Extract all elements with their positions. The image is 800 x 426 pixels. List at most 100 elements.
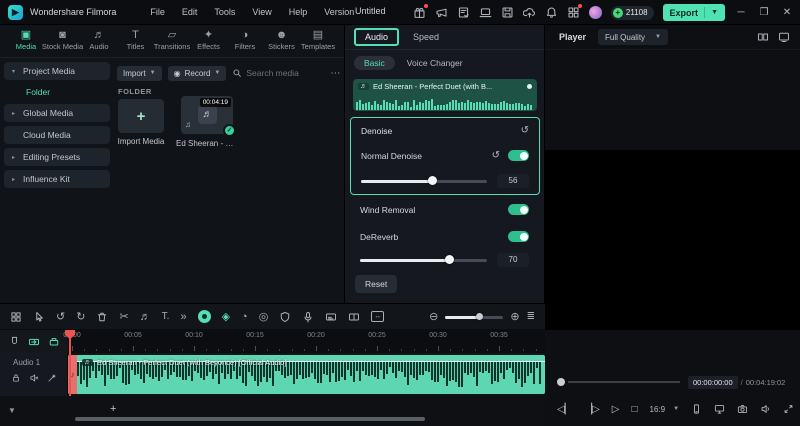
gift-icon[interactable]: [413, 4, 428, 19]
import-media-card[interactable]: +: [118, 99, 164, 133]
sidebar-item-project-media[interactable]: ▾ Project Media: [4, 62, 110, 80]
lock-track-icon[interactable]: [11, 373, 21, 383]
dereverb-slider[interactable]: [360, 255, 487, 264]
dereverb-value[interactable]: 70: [497, 253, 529, 267]
zoom-in-icon[interactable]: ⊕: [510, 311, 519, 323]
voiceover-mic-icon[interactable]: [302, 311, 314, 323]
playhead-line[interactable]: [69, 330, 71, 396]
fullscreen-icon[interactable]: [783, 403, 794, 415]
close-button[interactable]: ✕: [780, 7, 794, 18]
normal-denoise-slider[interactable]: [361, 176, 487, 185]
sidebar-item-folder[interactable]: Folder: [4, 84, 110, 100]
menu-view[interactable]: View: [252, 7, 271, 17]
normal-denoise-toggle[interactable]: [508, 150, 529, 161]
speaker-icon[interactable]: [760, 403, 771, 415]
sidebar-item-influence-kit[interactable]: ▸ Influence Kit: [4, 170, 110, 188]
redo-icon[interactable]: ↻: [76, 311, 85, 323]
sidebar-item-cloud-media[interactable]: Cloud Media: [4, 126, 110, 144]
snapshot-camera-icon[interactable]: [737, 403, 748, 415]
fit-display-icon[interactable]: [778, 31, 790, 43]
tab-titles[interactable]: T Titles: [118, 29, 154, 57]
zoom-out-icon[interactable]: ⊖: [429, 311, 438, 323]
auto-ripple-icon[interactable]: [28, 336, 40, 348]
undo-icon[interactable]: ↺: [56, 311, 65, 323]
mute-track-icon[interactable]: [29, 373, 39, 383]
media-grid-icon[interactable]: [10, 311, 22, 323]
more-tools-icon[interactable]: »: [180, 311, 186, 323]
next-frame-button[interactable]: ▕▷: [584, 404, 599, 415]
tab-media[interactable]: ▣ Media: [8, 29, 44, 57]
record-button[interactable]: ◉ Record ▼: [167, 65, 227, 81]
snap-magnet-icon[interactable]: [9, 336, 20, 347]
tab-transitions[interactable]: ▱ Transitions: [154, 29, 190, 57]
mirror-display-icon[interactable]: [714, 403, 725, 415]
laptop-icon[interactable]: [479, 6, 492, 19]
audio-clip[interactable]: ♪ ♬ Ed Sheeran - Perfect Duet (with Beyo…: [68, 355, 545, 394]
tab-audio[interactable]: ♬ Audio: [81, 29, 117, 57]
normal-denoise-value[interactable]: 56: [497, 174, 529, 188]
add-track-button[interactable]: +: [110, 403, 116, 415]
speech-to-text-icon[interactable]: [325, 311, 337, 323]
notification-bell-icon[interactable]: [545, 6, 558, 19]
tab-speed[interactable]: Speed: [413, 32, 439, 42]
denoise-tool-icon[interactable]: [197, 310, 211, 323]
previous-frame-button[interactable]: ◁▏: [557, 404, 572, 415]
megaphone-icon[interactable]: [435, 6, 448, 19]
maximize-button[interactable]: ❐: [757, 7, 771, 18]
timeline-zoom-slider[interactable]: [445, 313, 504, 320]
menu-file[interactable]: File: [150, 7, 165, 17]
volume-knob[interactable]: [527, 84, 532, 89]
quality-dropdown[interactable]: Full Quality ▼: [598, 29, 668, 45]
split-scissors-icon[interactable]: ✂: [119, 311, 128, 323]
reset-denoise-icon[interactable]: ↺: [521, 126, 529, 136]
track-manager-icon[interactable]: ≣: [527, 311, 535, 323]
coin-balance[interactable]: + 21108: [610, 5, 654, 20]
horizontal-scrollbar[interactable]: [75, 417, 425, 421]
mask-shield-icon[interactable]: [279, 311, 291, 323]
collapse-tracks-icon[interactable]: ▼: [8, 406, 16, 415]
tab-stickers[interactable]: ☻ Stickers: [264, 29, 300, 57]
menu-tools[interactable]: Tools: [214, 7, 235, 17]
wind-removal-toggle[interactable]: [508, 204, 529, 215]
tab-stock-media[interactable]: ◙ Stock Media: [42, 29, 83, 57]
render-preview-icon[interactable]: [48, 336, 60, 348]
search-input[interactable]: [246, 68, 319, 78]
tab-audio[interactable]: Audio: [354, 28, 400, 46]
video-preview[interactable]: [545, 150, 800, 330]
reset-button[interactable]: Reset: [355, 275, 398, 293]
play-button[interactable]: ▷: [612, 404, 620, 415]
reset-normal-denoise-icon[interactable]: ↺: [492, 150, 500, 161]
scrubber-handle[interactable]: [557, 378, 565, 386]
import-button[interactable]: Import ▼: [117, 65, 162, 81]
selected-audio-clip-preview[interactable]: ♬ Ed Sheeran - Perfect Duet (with B...: [353, 79, 537, 111]
cloud-upload-icon[interactable]: [522, 6, 536, 19]
aspect-ratio-dropdown[interactable]: 16:9 ▼: [650, 405, 680, 414]
user-avatar[interactable]: [588, 6, 602, 19]
text-tool-icon[interactable]: T.: [162, 311, 170, 323]
subtab-voice-changer[interactable]: Voice Changer: [407, 58, 463, 68]
vertical-preview-icon[interactable]: [691, 403, 702, 415]
tab-templates[interactable]: ▤ Templates: [300, 29, 336, 57]
timeline-ruler[interactable]: 00:0000:0500:1000:1500:2000:2500:3000:35: [63, 330, 545, 353]
delete-icon[interactable]: [96, 311, 108, 323]
detach-audio-icon[interactable]: ♬: [140, 311, 151, 323]
stop-button[interactable]: □: [631, 404, 637, 415]
motion-track-icon[interactable]: ◎: [259, 311, 269, 323]
more-options-icon[interactable]: ⋯: [330, 68, 341, 79]
menu-help[interactable]: Help: [289, 7, 308, 17]
tab-filters[interactable]: ◑ Filters: [227, 29, 263, 57]
subtab-basic[interactable]: Basic: [354, 56, 395, 70]
audio-media-item[interactable]: ♬ ♫ 00:04:19 ✓: [181, 96, 236, 137]
adjust-track-icon[interactable]: [47, 373, 57, 383]
select-cursor-icon[interactable]: [33, 311, 45, 323]
dereverb-toggle[interactable]: [508, 231, 529, 242]
menu-version[interactable]: Version: [324, 7, 354, 17]
split-screen-icon[interactable]: [348, 311, 360, 323]
tab-effects[interactable]: ✦ Effects: [191, 29, 227, 57]
workspace-grid-icon[interactable]: [567, 4, 582, 19]
save-icon[interactable]: [501, 6, 514, 19]
sidebar-item-editing-presets[interactable]: ▸ Editing Presets: [4, 148, 110, 166]
sidebar-item-global-media[interactable]: ▸ Global Media: [4, 104, 110, 122]
compare-view-icon[interactable]: [757, 31, 769, 43]
menu-edit[interactable]: Edit: [182, 7, 198, 17]
